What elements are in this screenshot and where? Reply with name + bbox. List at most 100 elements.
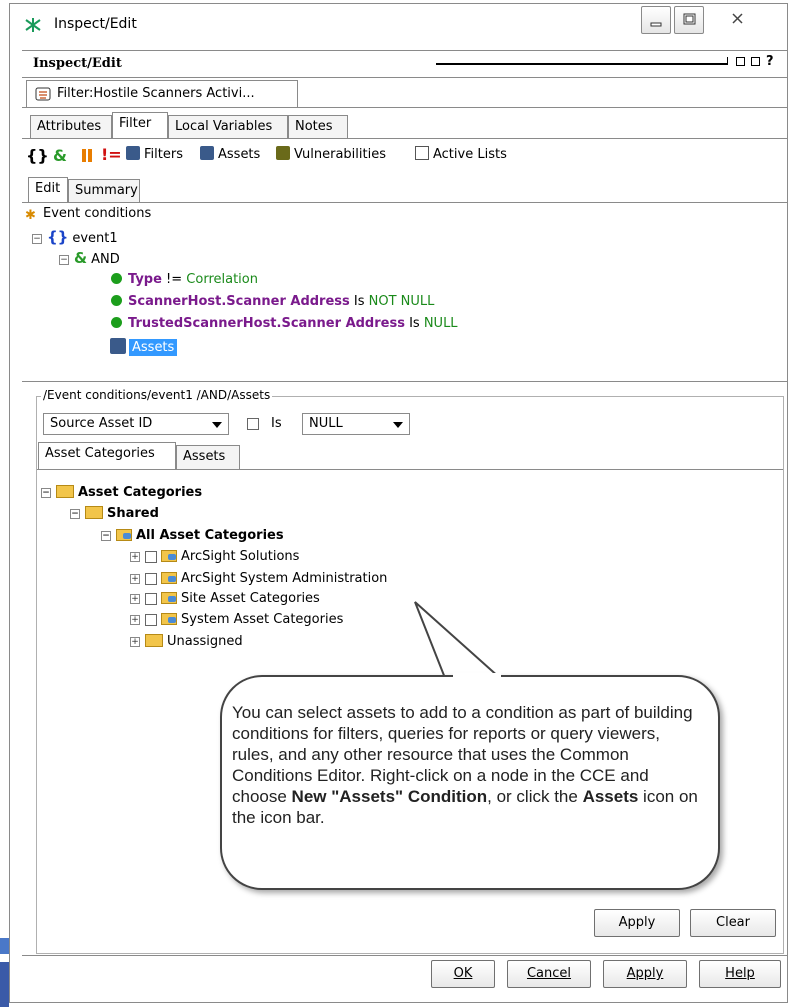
tree-shared[interactable]: − Shared	[70, 506, 159, 521]
resource-tab-label: Filter:Hostile Scanners Activi...	[57, 86, 255, 101]
item-checkbox[interactable]	[145, 550, 157, 563]
condition-value: NULL	[423, 316, 458, 331]
active-lists-button[interactable]: Active Lists	[415, 146, 507, 162]
tree-item-unassigned[interactable]: + Unassigned	[130, 634, 243, 649]
divider	[22, 138, 788, 139]
minimize-button[interactable]	[641, 6, 671, 34]
not-icon[interactable]: !=	[101, 145, 122, 164]
braces-icon[interactable]: {}	[26, 146, 49, 165]
left-edge-mark	[0, 938, 9, 954]
filters-icon	[126, 146, 140, 160]
close-button[interactable]	[708, 6, 786, 34]
item-checkbox[interactable]	[145, 613, 157, 626]
tree-item[interactable]: + ArcSight Solutions	[130, 549, 299, 564]
item-checkbox[interactable]	[145, 592, 157, 605]
tree-assets-node[interactable]: Assets	[110, 338, 178, 356]
collapse-icon[interactable]: −	[101, 530, 111, 541]
or-icon[interactable]	[82, 149, 86, 162]
tab-filter[interactable]: Filter	[112, 112, 168, 138]
tree-and[interactable]: − & AND	[59, 249, 120, 267]
panel-maximize-icon[interactable]	[736, 57, 745, 66]
active-lists-label: Active Lists	[433, 147, 507, 162]
category-folder-icon	[161, 572, 177, 584]
collapse-icon[interactable]: −	[70, 508, 80, 519]
ok-button[interactable]: OK	[431, 960, 495, 988]
cancel-button[interactable]: Cancel	[507, 960, 591, 988]
tab-notes[interactable]: Notes	[288, 115, 348, 138]
tab-label: Notes	[295, 119, 333, 134]
tree-event1[interactable]: −{} event1	[32, 228, 118, 246]
title-bar: Inspect/Edit	[10, 4, 787, 44]
tab-label: Assets	[183, 449, 226, 464]
assets-button[interactable]: Assets	[200, 146, 260, 162]
maximize-button[interactable]	[674, 6, 704, 34]
tree-event-conditions[interactable]: ✱ Event conditions	[25, 206, 151, 223]
tree-asset-categories[interactable]: − Asset Categories	[41, 485, 202, 500]
expand-icon[interactable]: +	[130, 614, 140, 625]
expand-icon[interactable]: +	[130, 636, 140, 647]
condition-field: TrustedScannerHost.Scanner Address	[128, 316, 405, 331]
panel-minimize-icon[interactable]	[724, 57, 728, 65]
is-label: Is	[271, 416, 282, 431]
null-select[interactable]: NULL	[302, 413, 410, 435]
callout-join	[453, 673, 501, 681]
category-folder-icon	[116, 529, 132, 541]
inner-apply-button[interactable]: Apply	[594, 909, 680, 937]
collapse-icon[interactable]: −	[59, 254, 69, 265]
condition-row[interactable]: ScannerHost.Scanner Address Is NOT NULL	[111, 294, 434, 309]
condition-op: !=	[161, 272, 187, 287]
condition-row[interactable]: TrustedScannerHost.Scanner Address Is NU…	[111, 316, 458, 331]
button-label: Clear	[716, 915, 750, 930]
tab-local-variables[interactable]: Local Variables	[168, 115, 288, 138]
condition-value: Correlation	[186, 272, 258, 287]
condition-dot-icon	[111, 317, 122, 328]
collapse-icon[interactable]: −	[41, 487, 51, 498]
condition-field: ScannerHost.Scanner Address	[128, 294, 350, 309]
panel-restore-icon[interactable]	[751, 57, 760, 66]
divider	[22, 202, 788, 203]
tab-asset-categories[interactable]: Asset Categories	[38, 442, 176, 469]
event-conditions-icon: ✱	[25, 208, 36, 223]
tab-assets[interactable]: Assets	[176, 445, 240, 469]
tree-item[interactable]: + System Asset Categories	[130, 612, 343, 627]
subtab-edit[interactable]: Edit	[28, 177, 68, 202]
vulnerabilities-label: Vulnerabilities	[294, 147, 386, 162]
button-label: Help	[725, 966, 755, 981]
filters-label: Filters	[144, 147, 183, 162]
tree-label: Asset Categories	[78, 485, 203, 500]
tree-label: ArcSight System Administration	[181, 571, 388, 586]
tree-label: event1	[72, 231, 118, 246]
not-checkbox[interactable]	[247, 418, 259, 430]
expand-icon[interactable]: +	[130, 551, 140, 562]
splitter[interactable]	[22, 381, 788, 382]
panel-title: Inspect/Edit	[33, 56, 122, 71]
panel-separator	[436, 63, 728, 65]
collapse-icon[interactable]: −	[32, 233, 42, 244]
tab-attributes[interactable]: Attributes	[30, 115, 112, 138]
tree-label: All Asset Categories	[136, 528, 284, 543]
expand-icon[interactable]: +	[130, 573, 140, 584]
item-checkbox[interactable]	[145, 572, 157, 585]
callout-bold: New "Assets" Condition	[291, 787, 488, 806]
resource-tab[interactable]: Filter:Hostile Scanners Activi...	[26, 80, 298, 107]
assets-icon	[200, 146, 214, 160]
apply-button[interactable]: Apply	[603, 960, 687, 988]
condition-row[interactable]: Type != Correlation	[111, 272, 258, 287]
filters-button[interactable]: Filters	[126, 146, 183, 162]
expand-icon[interactable]: +	[130, 593, 140, 604]
vulnerabilities-button[interactable]: Vulnerabilities	[276, 146, 386, 162]
select-value: NULL	[309, 416, 343, 431]
panel-help-icon[interactable]: ?	[766, 54, 774, 69]
folder-open-icon	[85, 506, 103, 519]
divider	[22, 955, 788, 956]
tree-item[interactable]: + Site Asset Categories	[130, 591, 320, 606]
subtab-summary[interactable]: Summary	[68, 179, 140, 202]
tree-all-asset-categories[interactable]: − All Asset Categories	[101, 528, 284, 543]
and-icon[interactable]: &	[53, 146, 67, 165]
tree-item[interactable]: + ArcSight System Administration	[130, 571, 387, 586]
asset-field-select[interactable]: Source Asset ID	[43, 413, 229, 435]
folder-icon	[145, 634, 163, 647]
inner-clear-button[interactable]: Clear	[690, 909, 776, 937]
help-button[interactable]: Help	[699, 960, 781, 988]
divider	[37, 469, 783, 470]
